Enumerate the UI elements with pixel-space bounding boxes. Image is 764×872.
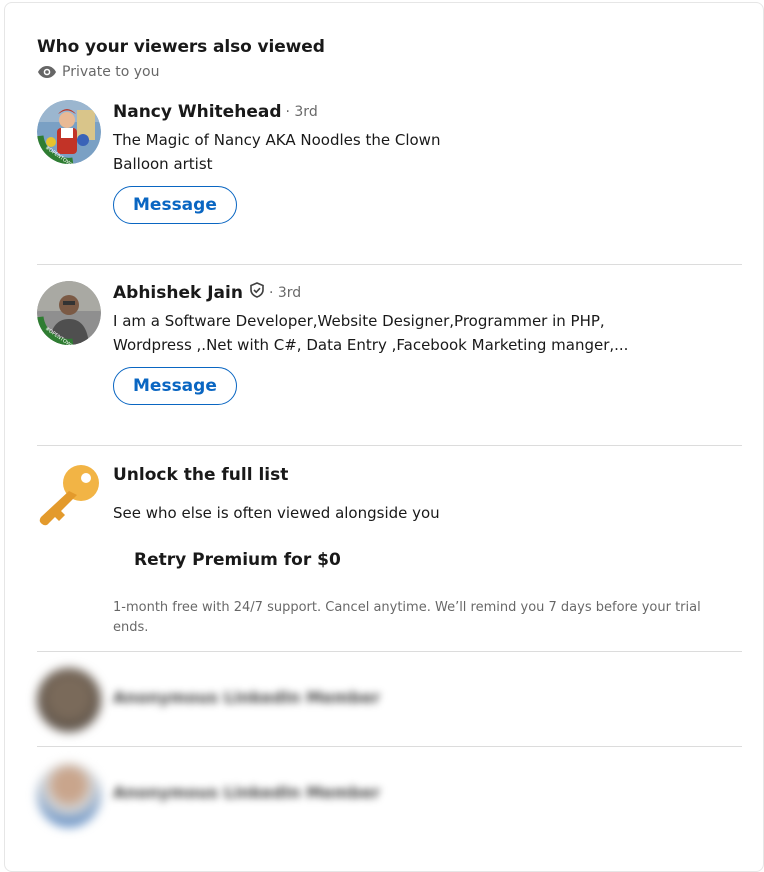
person-name[interactable]: Nancy Whitehead: [113, 100, 282, 124]
avatar: [37, 668, 101, 732]
list-item: #OPENTOWORK Abhishek Jain · 3rd I am a S…: [37, 281, 743, 431]
connection-degree: · 3rd: [268, 285, 302, 301]
section-title: Who your viewers also viewed: [37, 37, 325, 57]
key-icon: [37, 463, 103, 531]
privacy-note: Private to you: [38, 64, 160, 80]
divider: [37, 264, 742, 265]
message-button[interactable]: Message: [113, 367, 237, 405]
anonymous-member-name: Anonymous LinkedIn Member: [113, 688, 380, 707]
list-item: #OPENTOWORK Nancy Whitehead · 3rd The Ma…: [37, 100, 743, 250]
person-headline: The Magic of Nancy AKA Noodles the Clown…: [113, 131, 441, 173]
upsell-fine-print: 1-month free with 24/7 support. Cancel a…: [113, 600, 701, 635]
divider: [37, 651, 742, 652]
divider: [37, 445, 742, 446]
avatar[interactable]: #OPENTOWORK: [37, 281, 101, 345]
avatar: [37, 763, 101, 827]
upsell-description: See who else is often viewed alongside y…: [113, 504, 440, 522]
message-button[interactable]: Message: [113, 186, 237, 224]
divider: [37, 746, 742, 747]
list-item[interactable]: Anonymous LinkedIn Member: [37, 668, 743, 736]
avatar[interactable]: #OPENTOWORK: [37, 100, 101, 164]
connection-degree: · 3rd: [285, 104, 318, 120]
privacy-label: Private to you: [62, 64, 160, 80]
person-headline: I am a Software Developer,Website Design…: [113, 312, 629, 354]
eye-icon: [38, 66, 56, 78]
retry-premium-button[interactable]: Retry Premium for $0: [113, 536, 362, 584]
person-name[interactable]: Abhishek Jain: [113, 281, 243, 305]
list-item[interactable]: Anonymous LinkedIn Member: [37, 763, 743, 831]
upsell-title: Unlock the full list: [113, 465, 289, 485]
anonymous-member-name: Anonymous LinkedIn Member: [113, 783, 380, 802]
verified-shield-icon: [249, 281, 265, 305]
